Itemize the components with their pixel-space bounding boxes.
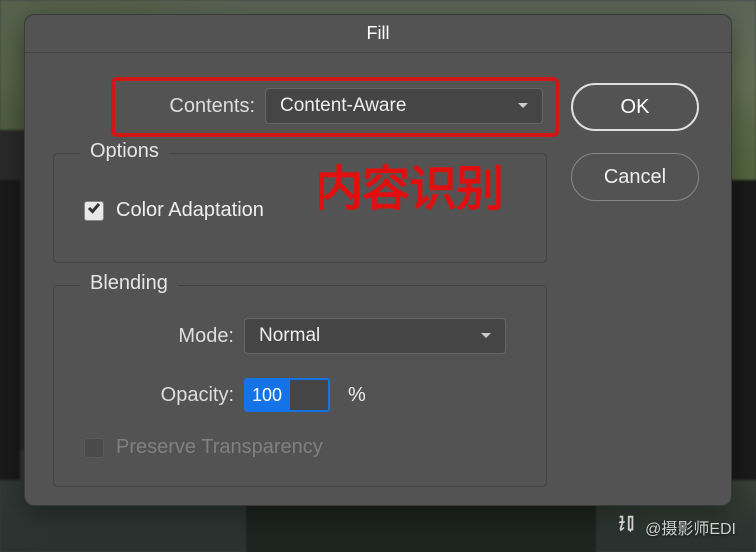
checkmark-icon (87, 201, 101, 220)
preserve-transparency-checkbox (84, 438, 104, 458)
contents-value: Content-Aware (280, 95, 406, 117)
opacity-unit: % (348, 384, 366, 407)
ok-button[interactable]: OK (571, 83, 699, 131)
mode-dropdown[interactable]: Normal (244, 318, 506, 354)
mode-label: Mode: (154, 325, 234, 348)
blending-legend: Blending (80, 272, 178, 295)
opacity-value: 100 (246, 380, 290, 410)
preserve-transparency-label: Preserve Transparency (116, 436, 323, 459)
watermark-text: @摄影师EDI (645, 515, 736, 539)
dialog-titlebar: Fill (25, 15, 731, 53)
dialog-title: Fill (367, 23, 390, 44)
mode-value: Normal (259, 325, 320, 347)
opacity-input[interactable]: 100 (244, 378, 330, 412)
color-adaptation-label: Color Adaptation (116, 199, 264, 222)
watermark: @摄影师EDI (615, 513, 736, 540)
cancel-button[interactable]: Cancel (571, 153, 699, 201)
opacity-label: Opacity: (132, 384, 234, 407)
chevron-down-icon (516, 99, 530, 113)
zhihu-icon (615, 513, 637, 540)
contents-label: Contents: (125, 95, 255, 118)
chevron-down-icon (479, 329, 493, 343)
options-fieldset: Options Color Adaptation (53, 153, 547, 263)
fill-dialog: Fill Contents: Content-Aware OK Cancel 内… (24, 14, 732, 506)
contents-dropdown[interactable]: Content-Aware (265, 88, 543, 124)
blending-fieldset: Blending Mode: Normal Opacity: 100 % (53, 285, 547, 487)
options-legend: Options (80, 140, 169, 163)
color-adaptation-checkbox[interactable] (84, 201, 104, 221)
